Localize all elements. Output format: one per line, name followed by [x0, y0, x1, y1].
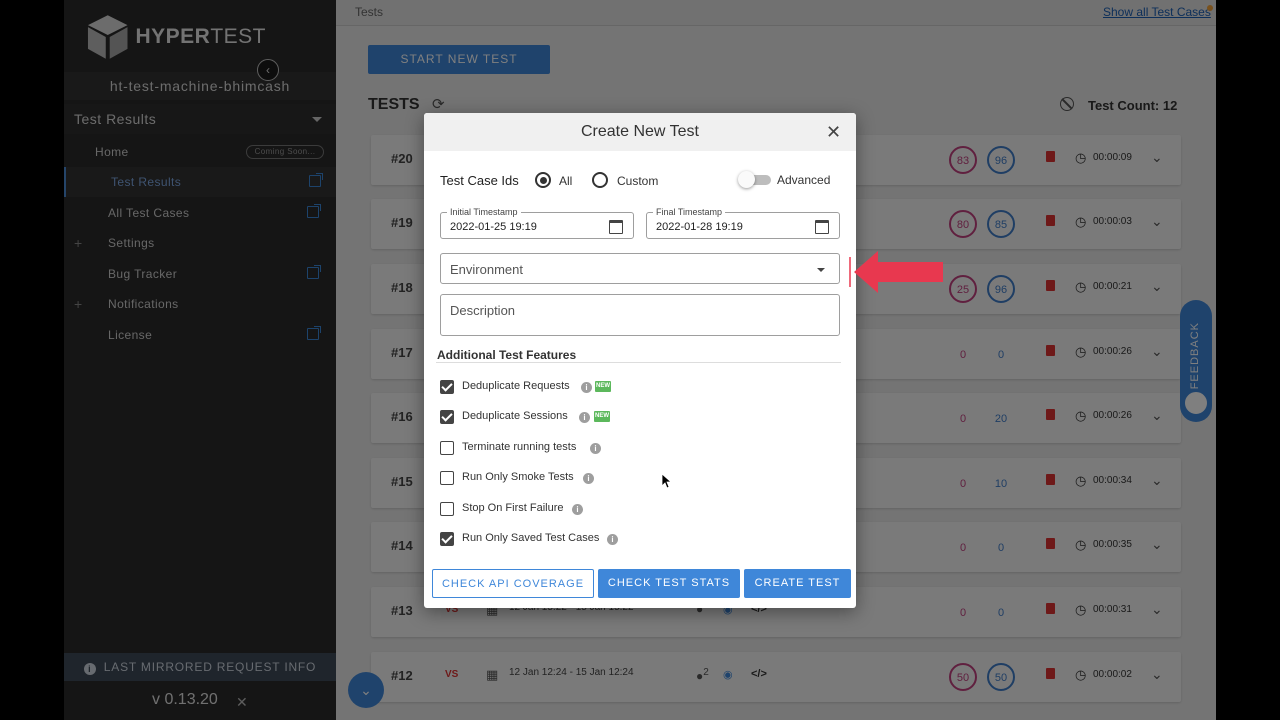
test-case-ids-label: Test Case Ids: [440, 173, 519, 188]
final-timestamp-value: 2022-01-28 19:19: [656, 221, 743, 233]
new-badge: NEW: [595, 381, 611, 392]
info-icon[interactable]: i: [581, 382, 592, 393]
checkbox-label: Stop On First Failure: [462, 502, 564, 514]
right-letterbox: [1216, 0, 1280, 720]
final-timestamp-field[interactable]: Final Timestamp 2022-01-28 19:19: [646, 207, 840, 239]
initial-timestamp-field[interactable]: Initial Timestamp 2022-01-25 19:19: [440, 207, 634, 239]
advanced-label: Advanced: [777, 173, 831, 187]
calendar-icon[interactable]: [815, 220, 829, 234]
dialog-title: Create New Test: [581, 123, 699, 140]
checkbox-label: Deduplicate Sessions: [462, 410, 568, 422]
info-icon[interactable]: i: [572, 504, 583, 515]
caret-down-icon: [817, 268, 825, 272]
close-icon[interactable]: ✕: [826, 122, 841, 143]
environment-placeholder: Environment: [450, 262, 523, 277]
calendar-icon[interactable]: [609, 220, 623, 234]
info-icon[interactable]: i: [590, 443, 601, 454]
deduplicate-sessions-checkbox[interactable]: [440, 410, 454, 424]
info-icon[interactable]: i: [607, 534, 618, 545]
radio-all[interactable]: [535, 172, 551, 188]
check-api-coverage-button[interactable]: CHECK API COVERAGE: [432, 569, 594, 598]
description-placeholder: Description: [450, 303, 516, 318]
mouse-cursor-icon: [662, 474, 673, 489]
stop-on-first-failure-checkbox[interactable]: [440, 502, 454, 516]
create-test-button[interactable]: CREATE TEST: [744, 569, 851, 598]
run-only-saved-test-cases-checkbox[interactable]: [440, 532, 454, 546]
features-title: Additional Test Features: [437, 348, 577, 362]
left-letterbox: [0, 0, 64, 720]
initial-timestamp-label: Initial Timestamp: [447, 207, 521, 217]
radio-custom[interactable]: [592, 172, 608, 188]
checkbox-label: Run Only Smoke Tests: [462, 471, 574, 483]
advanced-toggle-knob[interactable]: [738, 171, 755, 188]
radio-custom-label[interactable]: Custom: [617, 174, 658, 188]
check-test-stats-button[interactable]: CHECK TEST STATS: [598, 569, 740, 598]
radio-all-label[interactable]: All: [559, 174, 572, 188]
dialog-header: Create New Test ✕: [424, 113, 856, 151]
new-badge: NEW: [594, 411, 610, 422]
info-icon[interactable]: i: [579, 412, 590, 423]
red-arrow-annotation: [849, 251, 943, 293]
checkbox-label: Terminate running tests: [462, 441, 577, 453]
initial-timestamp-value: 2022-01-25 19:19: [450, 221, 537, 233]
environment-select[interactable]: Environment: [440, 253, 840, 284]
terminate-running-tests-checkbox[interactable]: [440, 441, 454, 455]
divider: [436, 362, 841, 363]
create-new-test-dialog: Create New Test ✕ Test Case Ids All Cust…: [424, 113, 856, 608]
info-icon[interactable]: i: [583, 473, 594, 484]
final-timestamp-label: Final Timestamp: [653, 207, 726, 217]
checkbox-label: Deduplicate Requests: [462, 380, 570, 392]
checkbox-label: Run Only Saved Test Cases: [462, 532, 600, 544]
description-field[interactable]: Description: [440, 294, 840, 336]
run-only-smoke-tests-checkbox[interactable]: [440, 471, 454, 485]
deduplicate-requests-checkbox[interactable]: [440, 380, 454, 394]
